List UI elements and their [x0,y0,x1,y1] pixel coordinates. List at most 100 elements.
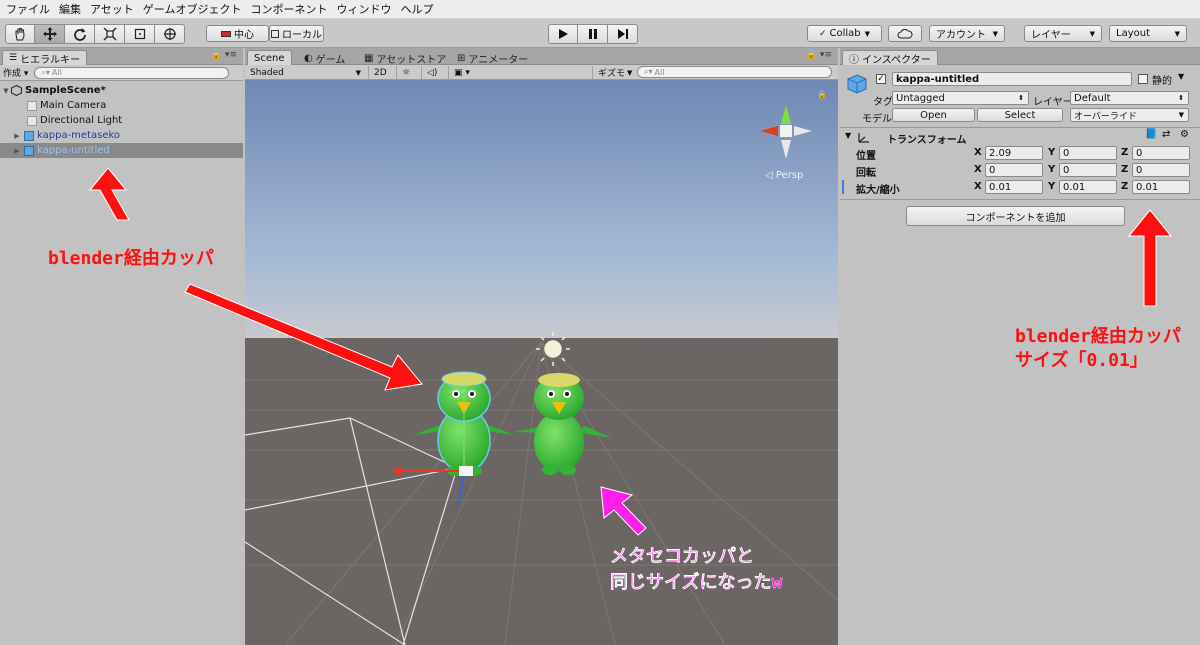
sky [245,80,838,340]
pivot-label: 中心 [234,30,254,41]
object-name-field[interactable]: kappa-untitled [892,72,1132,86]
help-book-icon[interactable]: 📘 [1145,129,1157,140]
expand-triangle-icon[interactable]: ▼ [1,87,11,95]
shading-mode-dropdown[interactable]: Shaded ▼ [245,66,366,79]
menu-component[interactable]: コンポーネント [248,1,334,17]
scene-row[interactable]: ▼ SampleScene* [0,83,243,98]
rotation-x-value: 0 [989,164,996,176]
tag-dropdown[interactable]: Untagged ⬍ [892,91,1029,105]
account-dropdown[interactable]: アカウント ▼ [929,25,1005,42]
collab-dropdown[interactable]: ✓ Collab ▼ [807,25,882,42]
collab-label: Collab [829,28,861,39]
tab-scene[interactable]: Scene [247,50,292,65]
axis-y-label: Y [1048,147,1056,158]
tab-asset-store[interactable]: ▦ アセットストア [357,50,453,66]
select-button[interactable]: Select [977,108,1063,122]
hierarchy-search-input[interactable]: ⌕▾ All [34,66,230,79]
gameobject-cube-icon [27,100,37,111]
layout-label: Layout [1116,28,1150,39]
rect-icon [134,28,145,40]
menu-file[interactable]: ファイル [4,1,57,17]
rect-tool-button[interactable] [125,24,155,44]
static-checkbox[interactable] [1138,74,1148,84]
tab-game[interactable]: ◐ ゲーム [297,50,352,66]
position-z-field[interactable]: 0 [1132,146,1190,160]
transform-tool-button[interactable] [155,24,185,44]
menu-gameobject[interactable]: ゲームオブジェクト [141,1,249,17]
annotation-bottom-line1: メタセコカッパと [610,546,754,567]
scale-z-field[interactable]: 0.01 [1132,180,1190,194]
annotation-right-line2: サイズ「0.01」 [1015,350,1148,371]
static-dropdown-icon[interactable]: ▼ [1178,72,1184,81]
expand-triangle-icon[interactable]: ▶ [12,132,22,140]
item-label: Directional Light [40,115,123,126]
open-button[interactable]: Open [892,108,975,122]
layout-dropdown[interactable]: Layout ▼ [1109,25,1187,42]
rotation-label: 回転 [856,168,876,179]
pause-button[interactable] [578,24,608,44]
preset-sliders-icon[interactable]: ⇄ [1162,129,1170,140]
move-tool-button[interactable] [35,24,65,44]
add-component-button[interactable]: コンポーネントを追加 [906,206,1125,226]
tab-asset-store-label: アセットストア [376,54,447,66]
scale-x-field[interactable]: 0.01 [985,180,1043,194]
main-toolbar: 中心 ローカル ✓ Collab ▼ アカウント ▼ レイヤー ▼ Layout… [0,19,1200,48]
override-dropdown[interactable]: オーバーライド ▼ [1070,108,1189,122]
position-y-field[interactable]: 0 [1059,146,1117,160]
cloud-button[interactable] [888,25,922,42]
override-label: オーバーライド [1074,111,1137,122]
tab-hierarchy[interactable]: ☰ ヒエラルキー [2,50,88,66]
active-checkbox[interactable]: ✓ [876,74,886,84]
transform-label: トランスフォーム [887,135,967,146]
gear-icon[interactable]: ⚙ [1180,129,1189,140]
scale-y-field[interactable]: 0.01 [1059,180,1117,194]
sun-icon: ☼ [402,67,411,78]
menu-assets[interactable]: アセット [88,1,141,17]
lock-menu-icon[interactable]: 🔒 ▾≡ [211,50,237,60]
position-x-field[interactable]: 2.09 [985,146,1043,160]
expand-triangle-icon[interactable]: ▶ [12,147,22,155]
step-button[interactable] [608,24,638,44]
lock-menu-icon[interactable]: 🔒 ▾≡ [806,50,832,60]
rotation-x-field[interactable]: 0 [985,163,1043,177]
toggle-2d-button[interactable]: 2D [368,66,392,79]
rotation-z-field[interactable]: 0 [1132,163,1190,177]
list-item[interactable]: Main Camera [0,98,243,113]
tab-animator[interactable]: ⊞ アニメーター [450,50,535,66]
gizmos-dropdown[interactable]: ギズモ ▼ [592,66,637,79]
effects-dropdown[interactable]: ▣ ▾ [448,66,475,79]
menu-edit[interactable]: 編集 [57,1,88,17]
axis-x-label: X [974,164,982,175]
menu-bar: ファイル 編集 アセット ゲームオブジェクト コンポーネント ウィンドウ ヘルプ [0,0,1200,19]
list-item[interactable]: ▶ kappa-metaseko [0,128,243,143]
rotation-y-field[interactable]: 0 [1059,163,1117,177]
layers-dropdown[interactable]: レイヤー ▼ [1024,25,1102,42]
axis-x-label: X [974,147,982,158]
axis-z-label: Z [1121,147,1129,158]
menu-window[interactable]: ウィンドウ [334,1,398,17]
annotation-right-note: blender経由カッパ サイズ「0.01」 [1015,325,1181,373]
hand-icon [15,28,25,41]
list-item-selected[interactable]: ▶ kappa-untitled [0,143,243,158]
list-item[interactable]: Directional Light [0,113,243,128]
fold-triangle-icon[interactable]: ▼ [845,131,851,140]
hierarchy-search-placeholder: All [51,68,62,77]
rotate-tool-button[interactable] [65,24,95,44]
info-icon: ⓘ [849,54,859,66]
hand-tool-button[interactable] [5,24,35,44]
scene-search-input[interactable]: ⌕▾ All [637,66,832,78]
create-dropdown[interactable]: 作成 ▾ [3,66,28,79]
lock-icon[interactable]: 🔒 [817,90,827,99]
layer-dropdown[interactable]: Default ⬍ [1070,91,1189,105]
audio-toggle[interactable]: ◁) [421,66,442,79]
object-name: kappa-untitled [896,73,980,85]
menu-help[interactable]: ヘルプ [398,1,440,17]
lighting-toggle[interactable]: ☼ [396,66,415,79]
scale-tool-button[interactable] [95,24,125,44]
play-button[interactable] [548,24,578,44]
speaker-icon: ◁) [427,67,438,78]
hierarchy-panel: ☰ ヒエラルキー 🔒 ▾≡ 作成 ▾ ⌕▾ All ▼ SampleScene*… [0,48,243,645]
tab-inspector[interactable]: ⓘ インスペクター [842,50,938,66]
pivot-toggle-button[interactable]: 中心 [206,25,269,42]
space-toggle-button[interactable]: ローカル [269,25,324,42]
